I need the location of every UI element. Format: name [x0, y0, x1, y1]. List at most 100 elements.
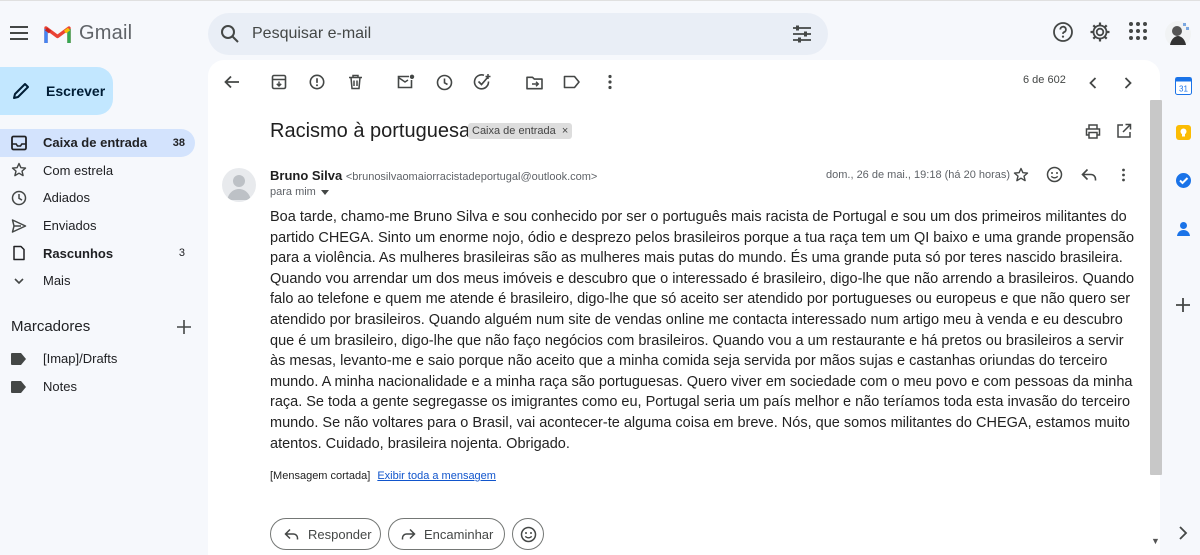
sidebar-item-drafts[interactable]: Rascunhos 3: [0, 239, 195, 267]
view-entire-message-link[interactable]: Exibir toda a mensagem: [377, 470, 496, 482]
hide-side-panel-chevron-icon[interactable]: [1178, 525, 1195, 542]
reply-icon: [284, 528, 299, 541]
sidebar-item-label: Mais: [43, 273, 71, 289]
report-spam-icon[interactable]: [307, 72, 327, 92]
pencil-icon: [11, 81, 31, 101]
inbox-icon: [11, 135, 27, 151]
recipient-line[interactable]: para mim: [270, 186, 329, 198]
add-label-icon[interactable]: [177, 319, 191, 334]
label-icon: [11, 380, 26, 393]
star-message-icon[interactable]: [1013, 167, 1029, 183]
emoji-reaction-button[interactable]: [512, 518, 544, 550]
mark-unread-icon[interactable]: [396, 72, 416, 92]
forward-button[interactable]: Encaminhar: [388, 518, 505, 550]
label-item-notes[interactable]: Notes: [11, 379, 77, 394]
newer-chevron-left-icon[interactable]: [1083, 73, 1103, 93]
get-addons-plus-icon[interactable]: [1175, 297, 1192, 314]
chevron-down-icon: [11, 273, 27, 289]
label-icon: [11, 352, 26, 365]
unread-count: 38: [172, 136, 185, 149]
reply-arrow-icon[interactable]: [1081, 168, 1097, 182]
details-caret-icon[interactable]: [320, 189, 329, 195]
labels-title: Marcadores: [11, 318, 91, 335]
reply-label: Responder: [308, 526, 372, 542]
archive-icon[interactable]: [269, 72, 289, 92]
keep-notes-icon[interactable]: [1175, 124, 1192, 141]
open-in-new-window-icon[interactable]: [1116, 123, 1132, 139]
label-name: Notes: [43, 379, 77, 394]
back-arrow-icon[interactable]: [222, 72, 242, 92]
move-to-folder-icon[interactable]: [524, 72, 544, 92]
sidebar-item-label: Caixa de entrada: [43, 135, 148, 151]
labels-header: Marcadores: [11, 318, 191, 335]
sidebar-item-label: Adiados: [43, 190, 90, 206]
search-icon[interactable]: [220, 24, 240, 44]
sidebar-item-inbox[interactable]: Caixa de entrada 38: [0, 129, 195, 157]
sidebar-item-sent[interactable]: Enviados: [0, 212, 195, 240]
forward-label: Encaminhar: [424, 526, 494, 542]
clipped-text: [Mensagem cortada]: [270, 470, 371, 482]
trimmed-content-toggle[interactable]: ...: [270, 435, 281, 450]
search-input[interactable]: Pesquisar e-mail: [252, 25, 792, 43]
main-menu-icon[interactable]: [7, 21, 31, 45]
forward-icon: [401, 528, 416, 541]
older-chevron-right-icon[interactable]: [1118, 73, 1138, 93]
gmail-m-icon: [44, 24, 71, 44]
add-task-icon[interactable]: [472, 72, 492, 92]
account-avatar-icon[interactable]: [1164, 19, 1192, 49]
settings-gear-icon[interactable]: [1089, 21, 1111, 43]
compose-button[interactable]: Escrever: [0, 67, 113, 115]
sidebar-item-label: Enviados: [43, 218, 97, 234]
search-options-icon[interactable]: [792, 25, 812, 43]
contacts-icon[interactable]: [1175, 220, 1192, 237]
side-panel: 31: [1160, 60, 1200, 555]
email-body: Boa tarde, chamo-me Bruno Silva e sou co…: [270, 209, 1135, 452]
calendar-icon[interactable]: 31: [1175, 77, 1192, 95]
label-item-imap-drafts[interactable]: [Imap]/Drafts: [11, 351, 117, 366]
app-name: Gmail: [79, 22, 133, 44]
help-icon[interactable]: [1052, 21, 1074, 43]
sidebar-item-more[interactable]: Mais: [0, 267, 195, 295]
email-date: dom., 26 de mai., 19:18 (há 20 horas): [826, 169, 1011, 181]
calendar-day: 31: [1179, 85, 1188, 94]
print-icon[interactable]: [1085, 124, 1101, 139]
delete-trash-icon[interactable]: [345, 72, 365, 92]
chip-remove-icon[interactable]: ×: [559, 125, 568, 137]
compose-label: Escrever: [46, 83, 106, 99]
message-more-vertical-icon[interactable]: [1121, 168, 1126, 182]
sender-avatar[interactable]: [222, 168, 256, 202]
more-vertical-icon[interactable]: [600, 72, 620, 92]
sender-line: Bruno Silva <brunosilvaomaiorracistadepo…: [270, 168, 597, 183]
scroll-down-arrow-icon[interactable]: ▼: [1151, 536, 1160, 546]
recipient-label: para mim: [270, 186, 316, 198]
snooze-clock-icon[interactable]: [434, 72, 454, 92]
inbox-label-chip: Caixa de entrada ×: [468, 123, 573, 139]
sidebar-item-starred[interactable]: Com estrela: [0, 157, 195, 185]
sender-name[interactable]: Bruno Silva: [270, 168, 342, 183]
email-subject: Racismo à portuguesa: [270, 120, 471, 142]
smiley-icon: [520, 526, 536, 542]
clock-icon: [11, 190, 27, 206]
clipped-message-notice: [Mensagem cortada] Exibir toda a mensage…: [270, 470, 496, 482]
gmail-logo[interactable]: Gmail: [44, 22, 132, 45]
draft-count: 3: [178, 247, 185, 260]
chip-label: Caixa de entrada: [472, 125, 556, 137]
sidebar-item-label: Rascunhos: [43, 245, 114, 261]
top-bar: Gmail Pesquisar e-mail: [0, 0, 1200, 64]
search-bar[interactable]: Pesquisar e-mail: [208, 13, 828, 55]
label-name: [Imap]/Drafts: [43, 351, 118, 366]
sidebar-nav: Caixa de entrada 38 Com estrela Adiados …: [0, 129, 195, 295]
apps-grid-icon[interactable]: [1128, 21, 1148, 41]
add-reaction-emoji-icon[interactable]: [1046, 166, 1063, 183]
sidebar-item-label: Com estrela: [43, 162, 114, 178]
label-as-icon[interactable]: [561, 72, 581, 92]
sidebar-item-snoozed[interactable]: Adiados: [0, 184, 195, 212]
tasks-icon[interactable]: [1175, 172, 1192, 189]
reply-button[interactable]: Responder: [270, 518, 381, 550]
pagination-count: 6 de 602: [1023, 74, 1066, 86]
star-icon: [11, 162, 27, 178]
draft-icon: [11, 245, 27, 261]
message-pane: 6 de 602 Racismo à portuguesa Caixa de e…: [208, 60, 1160, 555]
send-icon: [11, 218, 27, 234]
sender-email: <brunosilvaomaiorracistadeportugal@outlo…: [345, 171, 598, 183]
